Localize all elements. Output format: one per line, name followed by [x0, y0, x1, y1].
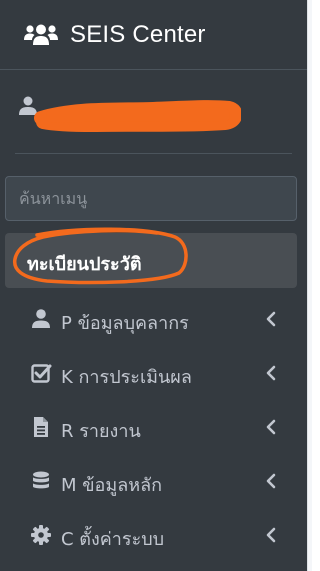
sidebar: SEIS Center ทะเบียนประวัติ: [0, 0, 307, 571]
chevron-left-icon: [264, 311, 278, 327]
chevron-left-icon: [264, 473, 278, 489]
nav-item-master-data[interactable]: M ข้อมูลหลัก: [5, 456, 297, 506]
users-icon: [24, 23, 58, 47]
nav-item-report[interactable]: R รายงาน: [5, 402, 297, 452]
menu-search-input[interactable]: [6, 177, 296, 220]
chevron-left-icon: [264, 365, 278, 381]
nav-item-settings[interactable]: C ตั้งค่าระบบ: [5, 510, 297, 560]
user-panel: [15, 70, 292, 154]
user-icon: [30, 308, 52, 330]
redaction-scribble: [34, 100, 241, 132]
check-square-icon: [30, 362, 52, 384]
brand-link[interactable]: SEIS Center: [0, 0, 307, 70]
divider: [307, 0, 308, 571]
nav-item-label: C ตั้งค่าระบบ: [61, 529, 165, 550]
nav-item-label: R รายงาน: [61, 421, 141, 442]
database-icon: [30, 470, 52, 492]
nav-item-registry[interactable]: ทะเบียนประวัติ: [5, 227, 297, 288]
brand-text: SEIS Center: [70, 20, 206, 48]
file-text-icon: [30, 416, 52, 438]
nav-item-label: M ข้อมูลหลัก: [61, 475, 163, 496]
annotation-circle: [12, 227, 188, 285]
nav-item-personnel[interactable]: P ข้อมูลบุคลากร: [5, 294, 297, 344]
menu-search: [5, 176, 297, 221]
nav-item-evaluation[interactable]: K การประเมินผล: [5, 348, 297, 398]
cog-icon: [30, 524, 52, 546]
nav-item-label: K การประเมินผล: [61, 367, 192, 388]
chevron-left-icon: [264, 419, 278, 435]
chevron-left-icon: [264, 527, 278, 543]
nav-item-label: P ข้อมูลบุคลากร: [61, 313, 189, 334]
content-edge: [307, 0, 312, 571]
